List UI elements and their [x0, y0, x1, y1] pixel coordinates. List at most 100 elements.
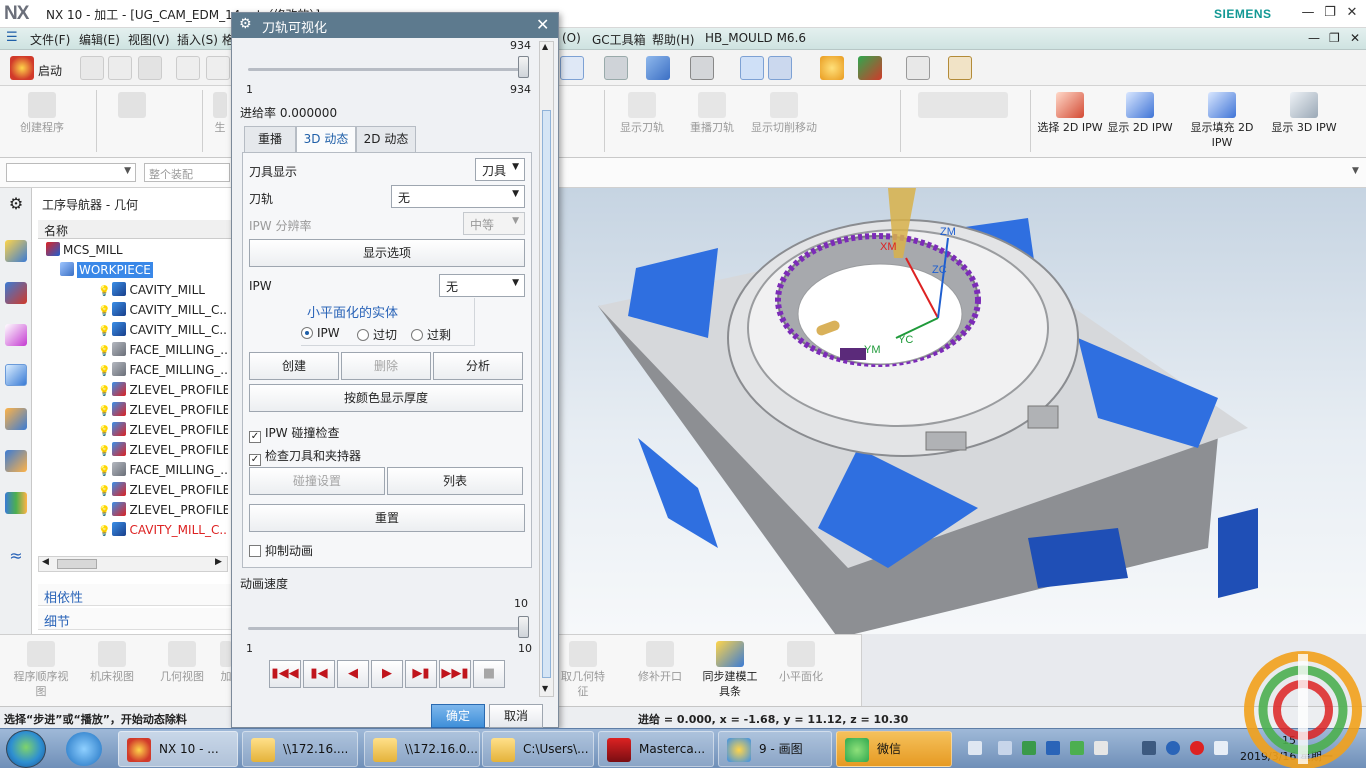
shield-icon[interactable]	[1166, 741, 1180, 755]
edit-section-icon[interactable]	[768, 56, 792, 80]
reset-button[interactable]: 重置	[249, 504, 525, 532]
start-button[interactable]	[6, 730, 46, 768]
dialog-vscrollbar[interactable]: ▲ ▼	[539, 41, 554, 697]
new-file-icon[interactable]	[80, 56, 104, 80]
step-slider-track[interactable]	[248, 68, 524, 71]
assembly-scope-combo[interactable]: 整个装配	[144, 163, 230, 182]
navigator-row[interactable]: 💡 CAVITY_MILL	[38, 280, 228, 300]
collision-settings-button[interactable]: 碰撞设置	[249, 467, 385, 495]
copy-icon[interactable]	[206, 56, 230, 80]
taskbar-task[interactable]: 9 - 画图	[718, 731, 832, 767]
part-navigator-icon[interactable]	[5, 324, 27, 346]
facet-option-ipw[interactable]: IPW	[301, 326, 340, 340]
color-by-thickness-button[interactable]: 按颜色显示厚度	[249, 384, 523, 412]
display-options-button[interactable]: 显示选项	[249, 239, 525, 267]
facet-option-gouge[interactable]: 过切	[357, 326, 397, 343]
navigator-row[interactable]: 💡 CAVITY_MILL_C...	[38, 520, 228, 540]
menu-help[interactable]: 帮助(H)	[652, 31, 694, 48]
security-icon[interactable]	[1022, 741, 1036, 755]
usb-icon[interactable]	[998, 741, 1012, 755]
speed-slider-track[interactable]	[248, 627, 524, 630]
close-button[interactable]: ✕	[1342, 4, 1362, 22]
minimize-button[interactable]: —	[1298, 4, 1318, 22]
cut-icon[interactable]	[176, 56, 200, 80]
menu-file[interactable]: 文件(F)	[30, 31, 70, 48]
taskbar-task[interactable]: NX 10 - ...	[118, 731, 238, 767]
restore-button[interactable]: ❐	[1320, 4, 1340, 22]
ipw-resolution-select[interactable]: 中等 ▼	[463, 212, 525, 235]
fit-view-icon[interactable]	[560, 56, 584, 80]
ipw-collision-check[interactable]: ✓ IPW 碰撞检查	[249, 424, 339, 443]
roles-icon[interactable]	[5, 492, 27, 514]
chevron-down-icon[interactable]: ▼	[1352, 166, 1359, 176]
machine-navigator-icon[interactable]	[5, 408, 27, 430]
web-browser-icon[interactable]: ≈	[5, 546, 27, 568]
analyze-button[interactable]: 分析	[433, 352, 523, 380]
play-forward-button[interactable]: ▶	[371, 660, 403, 688]
background-icon[interactable]	[690, 56, 714, 80]
constraint-navigator-icon[interactable]	[5, 282, 27, 304]
doc-minimize-button[interactable]: —	[1308, 31, 1320, 45]
stop-button[interactable]: ■	[473, 660, 505, 688]
geometry-view-button[interactable]: 几何视图	[154, 641, 210, 684]
radio-ipw[interactable]	[301, 327, 313, 339]
section-view-icon[interactable]	[740, 56, 764, 80]
point-icon[interactable]	[906, 56, 930, 80]
list-button[interactable]: 列表	[387, 467, 523, 495]
taskbar-task[interactable]: 微信	[836, 731, 952, 767]
step-back-button[interactable]: ▮◀	[303, 660, 335, 688]
gear-icon[interactable]: ⚙	[5, 194, 27, 216]
navigator-row[interactable]: MCS_MILL	[38, 240, 228, 260]
show-2d-ipw-button[interactable]: 显示 2D IPW	[1106, 92, 1174, 135]
tray-app-icon[interactable]	[1094, 741, 1108, 755]
dialog-title-bar[interactable]: ⚙ 刀轨可视化 ✕	[232, 13, 558, 38]
scroll-thumb[interactable]	[57, 559, 97, 569]
navigator-row[interactable]: 💡 FACE_MILLING_...	[38, 340, 228, 360]
taskbar-task[interactable]: \\172.16.0...	[364, 731, 480, 767]
step-slider-thumb[interactable]	[518, 56, 529, 78]
radio-gouge[interactable]	[357, 329, 369, 341]
navigator-hscrollbar[interactable]: ◀ ▶	[38, 556, 228, 572]
create-tool-button[interactable]	[104, 92, 160, 120]
navigator-row[interactable]: WORKPIECE	[38, 260, 228, 280]
menu-gc-toolbox[interactable]: GC工具箱	[592, 31, 646, 48]
keyboard-icon[interactable]	[968, 741, 982, 755]
navigator-column-name[interactable]: 名称	[38, 220, 234, 239]
fast-forward-to-end-button[interactable]: ▶▶▮	[439, 660, 471, 688]
navigator-row[interactable]: 💡 CAVITY_MILL_C...	[38, 320, 228, 340]
navigator-row[interactable]: 💡 ZLEVEL_PROFILE	[38, 400, 228, 420]
save-icon[interactable]	[138, 56, 162, 80]
navigator-row[interactable]: 💡 FACE_MILLING_...	[38, 460, 228, 480]
tab-3d-dynamic[interactable]: 3D 动态	[296, 126, 356, 153]
menu-list-icon[interactable]: ☰	[6, 30, 18, 45]
navigator-row[interactable]: 💡 ZLEVEL_PROFILE	[38, 500, 228, 520]
scroll-up-icon[interactable]: ▲	[542, 42, 548, 51]
dependencies-panel[interactable]: 相依性	[38, 584, 234, 606]
measure-icon[interactable]	[948, 56, 972, 80]
suppress-animation[interactable]: 抑制动画	[249, 542, 313, 559]
type-filter-combo[interactable]: ▼	[6, 163, 136, 182]
taskbar-task[interactable]: Masterca...	[598, 731, 714, 767]
show-3d-ipw-button[interactable]: 显示 3D IPW	[1270, 92, 1338, 135]
close-icon[interactable]: ✕	[536, 15, 549, 34]
radio-excess[interactable]	[411, 329, 423, 341]
graphics-viewport[interactable]: ZM XM ZC YM YC	[558, 188, 1366, 634]
network-icon[interactable]	[1214, 741, 1228, 755]
rewind-to-start-button[interactable]: ▮◀◀	[269, 660, 301, 688]
tool-display-select[interactable]: 刀具 ▼	[475, 158, 525, 181]
patch-opening-button[interactable]: 修补开口	[634, 641, 686, 684]
toolpath-select[interactable]: 无 ▼	[391, 185, 525, 208]
view-orient-icon[interactable]	[646, 56, 670, 80]
replay-toolpath-button[interactable]: 重播刀轨	[682, 92, 742, 135]
program-order-view-button[interactable]: 程序顺序视图	[10, 641, 72, 699]
cancel-button[interactable]: 取消	[489, 704, 543, 728]
operation-navigator-icon[interactable]	[5, 364, 27, 386]
facet-option-excess[interactable]: 过剩	[411, 326, 451, 343]
check-tool-holder-checkbox[interactable]: ✓	[249, 454, 261, 466]
wcs-icon[interactable]	[858, 56, 882, 80]
suppress-animation-checkbox[interactable]	[249, 545, 261, 557]
start-menu-label[interactable]: 启动	[38, 62, 62, 79]
reuse-library-icon[interactable]	[5, 450, 27, 472]
assembly-navigator-icon[interactable]	[5, 240, 27, 262]
menu-edit[interactable]: 编辑(E)	[79, 31, 120, 48]
